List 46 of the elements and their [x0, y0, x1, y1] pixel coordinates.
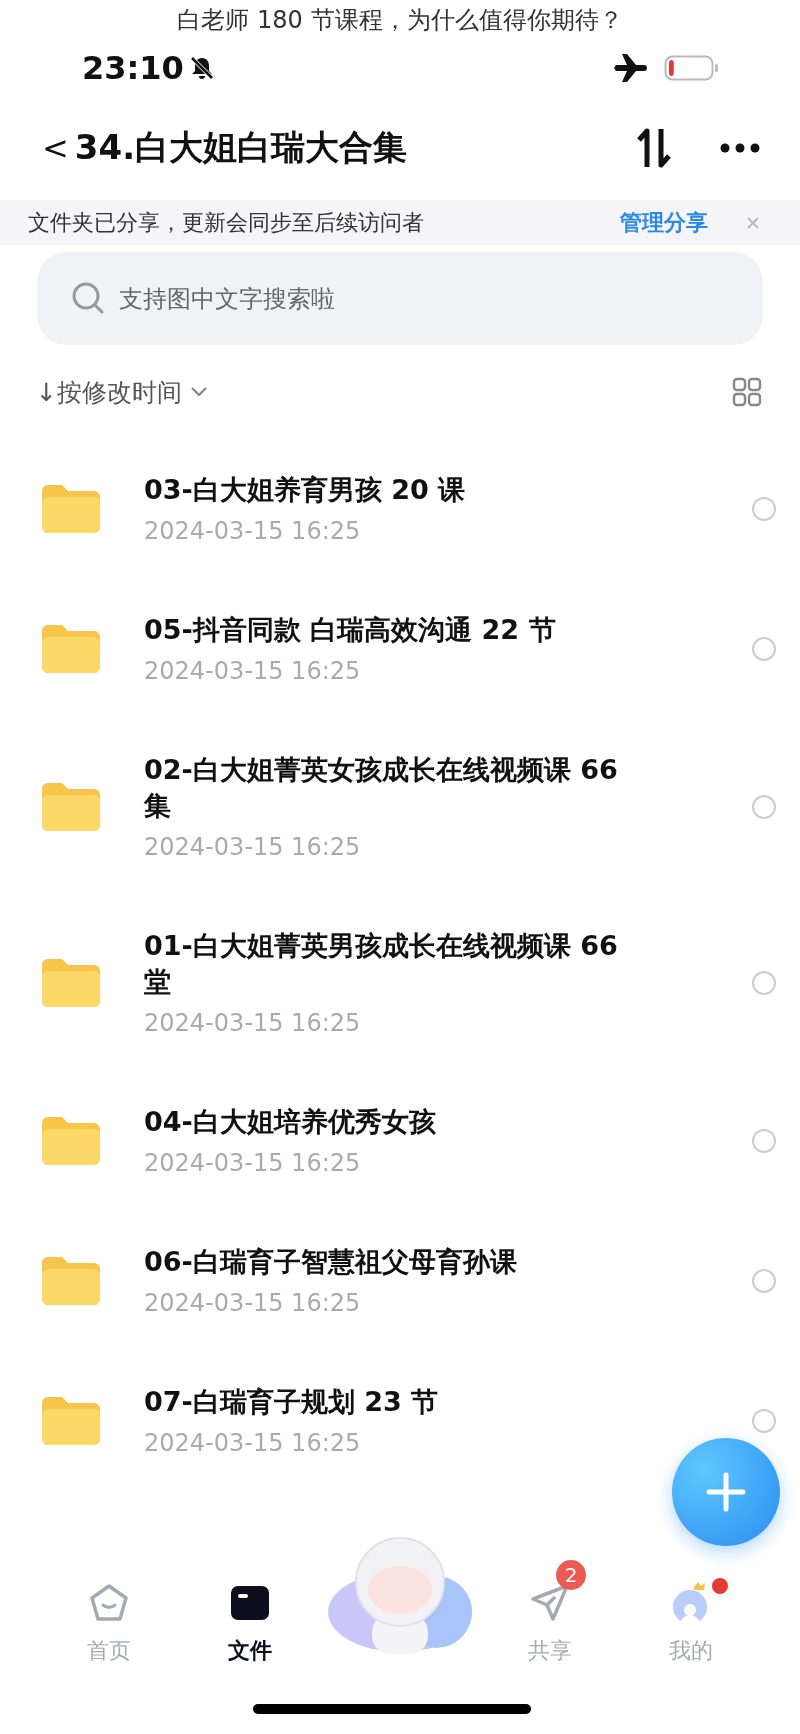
more-icon[interactable]: [720, 142, 760, 153]
folder-name[interactable]: 01-白大姐菁英男孩成长在线视频课 66 堂: [144, 928, 624, 1000]
modified-date: 2024-03-15 16:25: [144, 516, 362, 546]
folder-icon: [40, 483, 102, 535]
folder-name[interactable]: 03-白大姐养育男孩 20 课: [144, 472, 624, 508]
chevron-down-icon: [189, 386, 208, 398]
select-checkbox[interactable]: [752, 497, 776, 521]
folder-icon: [229, 1585, 270, 1621]
folder-name[interactable]: 02-白大姐菁英女孩成长在线视频课 66 集: [144, 752, 624, 824]
folder-icon: [40, 1395, 102, 1447]
caption-text: 白老师 180 节课程，为什么值得你期待？: [177, 5, 623, 36]
modified-date: 2024-03-15 16:25: [144, 1008, 362, 1038]
folder-name[interactable]: 07-白瑞育子规划 23 节: [144, 1384, 624, 1420]
modified-date: 2024-03-15 16:25: [144, 1288, 362, 1318]
select-checkbox[interactable]: [752, 637, 776, 661]
select-checkbox[interactable]: [752, 1269, 776, 1293]
folder-name[interactable]: 05-抖音同款 白瑞高效沟通 22 节: [144, 612, 624, 648]
folder-name[interactable]: 06-白瑞育子智慧祖父母育孙课: [144, 1244, 624, 1280]
clock-time: 23:10: [82, 48, 184, 87]
back-button[interactable]: <: [42, 128, 75, 167]
folder-icon: [40, 1255, 102, 1307]
sort-dropdown[interactable]: ↓按修改时间: [36, 375, 208, 409]
select-checkbox[interactable]: [752, 971, 776, 995]
select-checkbox[interactable]: [752, 795, 776, 819]
modified-date: 2024-03-15 16:25: [144, 1148, 362, 1178]
notification-badge: 2: [556, 1560, 587, 1590]
modified-date: 2024-03-15 16:25: [144, 832, 362, 862]
modified-date: 2024-03-15 16:25: [144, 1428, 362, 1458]
folder-icon: [40, 1115, 102, 1167]
folder-icon: [40, 781, 102, 833]
folder-icon: [40, 623, 102, 675]
battery-icon: [664, 53, 720, 82]
home-icon: [88, 1583, 129, 1623]
close-icon[interactable]: [746, 215, 760, 230]
folder-title: 34.白大姐白瑞大合集: [74, 125, 408, 169]
folder-icon: [40, 957, 102, 1009]
modified-date: 2024-03-15 16:25: [144, 656, 362, 686]
tab[interactable]: 文件: [184, 1558, 315, 1666]
banner-text: 文件夹已分享，更新会同步至后续访问者: [28, 208, 424, 237]
grid-view-icon[interactable]: [732, 377, 762, 407]
search-field[interactable]: 支持图中文字搜索啦: [37, 252, 763, 345]
select-checkbox[interactable]: [752, 1409, 776, 1433]
folder-name[interactable]: 04-白大姐培养优秀女孩: [144, 1104, 624, 1140]
select-checkbox[interactable]: [752, 1129, 776, 1153]
add-button[interactable]: [672, 1438, 780, 1546]
plus-icon: [706, 1472, 746, 1512]
